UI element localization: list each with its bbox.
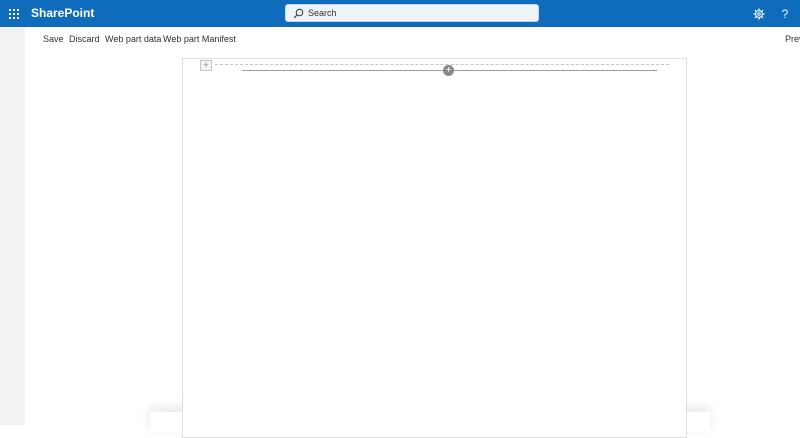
left-rail [0, 27, 25, 425]
search-box[interactable] [285, 4, 539, 22]
search-icon [293, 8, 304, 19]
settings-button[interactable] [746, 0, 772, 27]
plus-icon: + [203, 60, 209, 70]
workbench-canvas [182, 58, 687, 438]
add-section-button[interactable]: + [200, 60, 212, 71]
preview-button[interactable]: Prev [785, 27, 800, 51]
save-button[interactable]: Save [43, 27, 64, 51]
web-part-manifest-button[interactable]: Web part Manifest [163, 27, 236, 51]
command-bar: Save Discard Web part data Web part Mani… [25, 27, 800, 51]
web-part-data-button[interactable]: Web part data [105, 27, 161, 51]
app-name-link[interactable]: SharePoint [31, 0, 94, 27]
search-input[interactable] [308, 5, 528, 21]
plus-icon: + [445, 65, 452, 76]
add-web-part-button[interactable]: + [443, 65, 454, 76]
app-launcher-icon [8, 8, 19, 19]
help-button[interactable]: ? [772, 0, 798, 27]
gear-icon [753, 8, 765, 19]
suite-bar: SharePoint ? [0, 0, 800, 27]
section-divider [215, 64, 669, 65]
question-mark-icon: ? [781, 6, 789, 21]
discard-button[interactable]: Discard [69, 27, 100, 51]
app-launcher-button[interactable] [0, 0, 27, 27]
